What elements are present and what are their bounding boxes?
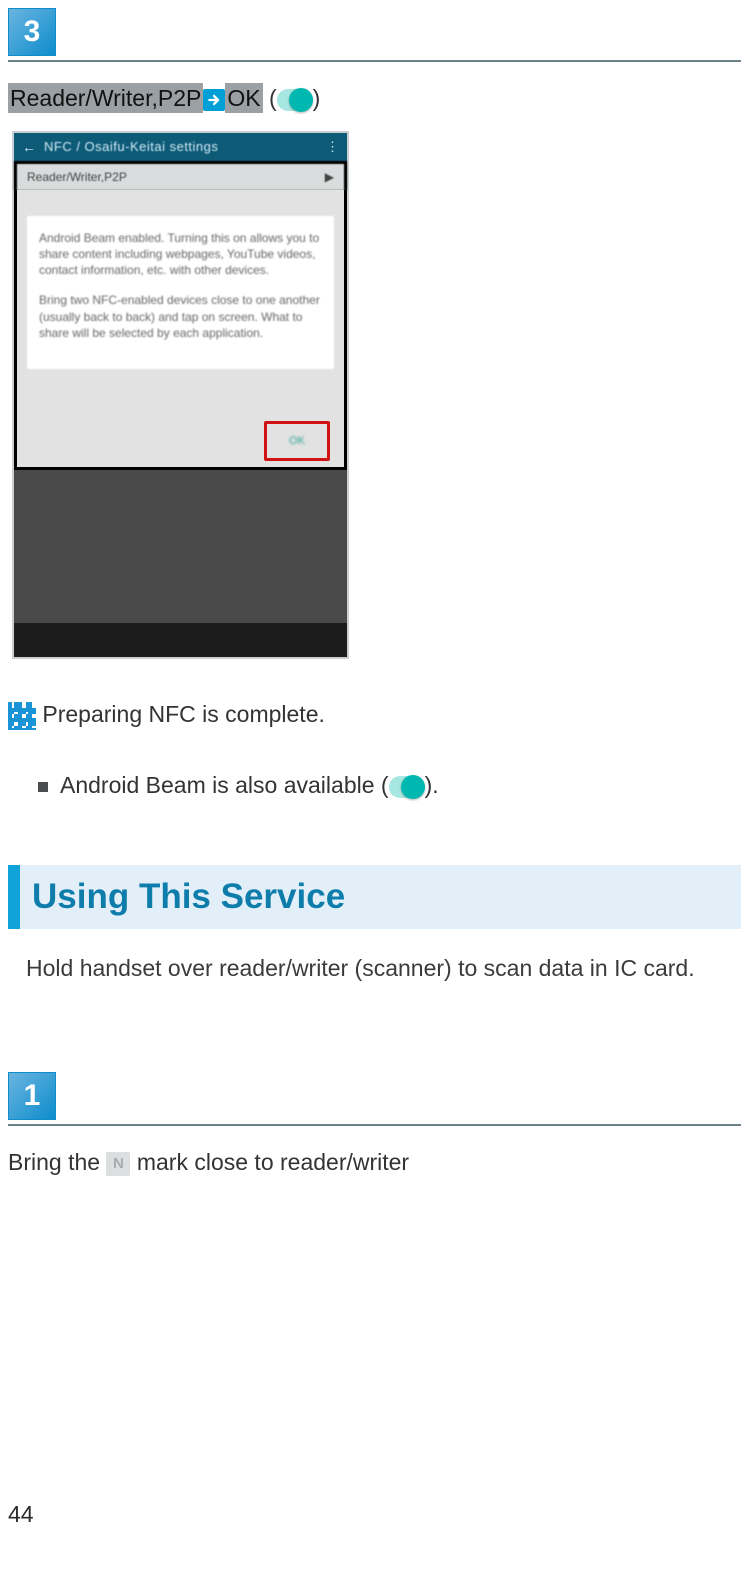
back-arrow-icon: ← <box>22 139 36 155</box>
nav-recent-icon <box>236 623 347 657</box>
ok-label: OK <box>225 83 262 113</box>
toggle-on-icon <box>277 89 313 111</box>
phone-screenshot: ← NFC / Osaifu-Keitai settings ⋮ Reader/… <box>12 131 349 659</box>
step-3-instruction: Reader/Writer,P2P OK () <box>8 80 741 117</box>
bullet-list: Android Beam is also available (). <box>26 772 741 799</box>
phone-subbar-toggle-icon: ▶ <box>325 170 334 184</box>
phone-body: Android Beam enabled. Turning this on al… <box>14 190 347 470</box>
step1-text-before: Bring the <box>8 1149 106 1175</box>
nav-home-icon <box>125 623 236 657</box>
divider <box>8 60 741 62</box>
phone-header: ← NFC / Osaifu-Keitai settings ⋮ <box>14 133 347 161</box>
bullet-text-before: Android Beam is also available ( <box>60 772 389 798</box>
toggle-on-icon <box>389 776 425 798</box>
dialog-paragraph-1: Android Beam enabled. Turning this on al… <box>39 230 322 279</box>
dialog-ok-highlight: OK <box>264 421 330 461</box>
step-3-badge: 3 <box>8 8 56 56</box>
paren-close: ) <box>313 85 321 111</box>
step-1-instruction: Bring the N mark close to reader/writer <box>8 1144 741 1181</box>
phone-header-title: NFC / Osaifu-Keitai settings <box>44 139 318 154</box>
section-heading: Using This Service <box>8 865 741 929</box>
step-1-badge: 1 <box>8 1072 56 1120</box>
paren-open: ( <box>263 85 277 111</box>
bullet-item: Android Beam is also available (). <box>38 772 741 799</box>
checkered-flag-icon <box>8 702 36 730</box>
step-1-number: 1 <box>24 1079 41 1113</box>
dialog-paragraph-2: Bring two NFC-enabled devices close to o… <box>39 292 322 341</box>
phone-subbar-left: Reader/Writer,P2P <box>27 170 127 184</box>
page-number: 44 <box>8 1501 741 1528</box>
section-title: Using This Service <box>32 877 345 916</box>
result-line: Preparing NFC is complete. <box>8 701 741 730</box>
step1-text-after: mark close to reader/writer <box>137 1149 409 1175</box>
reader-writer-label: Reader/Writer,P2P <box>8 83 203 113</box>
nav-back-icon <box>14 623 125 657</box>
phone-navbar <box>14 623 347 657</box>
result-text: Preparing NFC is complete. <box>36 701 325 727</box>
arrow-right-icon <box>203 89 225 111</box>
nfc-mark-icon: N <box>106 1152 130 1176</box>
divider <box>8 1124 741 1126</box>
dialog-ok-button: OK <box>289 435 305 447</box>
bullet-text-after: ). <box>425 772 439 798</box>
phone-subbar: Reader/Writer,P2P ▶ <box>14 161 347 190</box>
step-3-number: 3 <box>24 15 41 49</box>
phone-dialog: Android Beam enabled. Turning this on al… <box>27 216 334 369</box>
section-description: Hold handset over reader/writer (scanner… <box>26 955 741 982</box>
menu-dots-icon: ⋮ <box>326 139 339 155</box>
